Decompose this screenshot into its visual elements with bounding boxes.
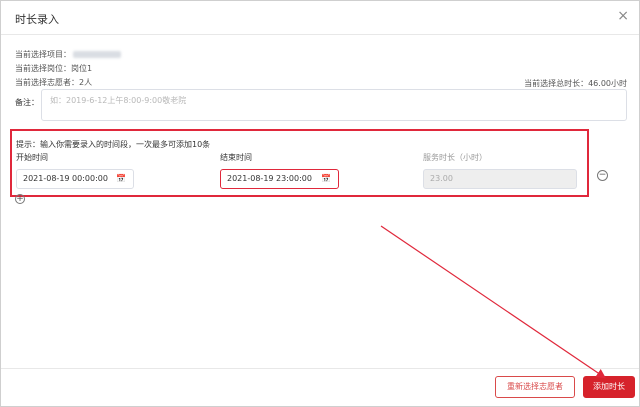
post-label: 当前选择岗位： [15, 64, 71, 73]
add-row-icon[interactable]: + [15, 194, 25, 204]
remark-input[interactable] [41, 89, 627, 121]
duration-field: 23.00 [423, 169, 577, 189]
calendar-icon: 📅 [116, 174, 126, 183]
entry-hint: 提示：输入你需要录入的时间段，一次最多可添加10条 [16, 140, 211, 149]
start-time-picker[interactable]: 2021-08-19 00:00:00 📅 [16, 169, 134, 189]
end-time-value: 2021-08-19 23:00:00 [227, 174, 312, 183]
total-label: 当前选择总时长： [524, 79, 589, 88]
volunteers-label: 当前选择志愿者： [15, 78, 79, 87]
end-time-label: 结束时间 [220, 153, 252, 162]
dialog-title: 时长录入 [15, 13, 59, 26]
total-duration: 当前选择总时长：46.00小时 [524, 78, 627, 89]
duration-label: 服务时长（小时） [423, 153, 487, 162]
post-value: 岗位1 [71, 64, 93, 73]
project-name-blurred [73, 51, 121, 58]
remark-label: 备注： [15, 98, 39, 107]
start-time-value: 2021-08-19 00:00:00 [23, 174, 108, 183]
entry-dialog: 时长录入 × 当前选择项目： 当前选择岗位：岗位1 当前选择志愿者：2人 当前选… [0, 0, 640, 407]
volunteers-value: 2人 [79, 78, 93, 87]
project-info: 当前选择项目： [15, 49, 121, 60]
volunteers-info: 当前选择志愿者：2人 [15, 77, 92, 88]
calendar-icon: 📅 [321, 174, 331, 183]
post-info: 当前选择岗位：岗位1 [15, 63, 92, 74]
project-label: 当前选择项目： [15, 50, 71, 59]
end-time-picker[interactable]: 2021-08-19 23:00:00 📅 [220, 169, 339, 189]
add-duration-button[interactable]: 添加时长 [583, 376, 635, 398]
close-icon[interactable]: × [617, 8, 629, 24]
duration-value: 23.00 [430, 174, 453, 183]
start-time-label: 开始时间 [16, 153, 48, 162]
reselect-volunteers-button[interactable]: 重新选择志愿者 [495, 376, 575, 398]
remove-row-icon[interactable]: − [597, 170, 608, 181]
footer-divider [1, 368, 639, 369]
total-value: 46.00小时 [588, 79, 627, 88]
dialog-header: 时长录入 × [1, 1, 639, 35]
annotation-arrow [380, 225, 606, 379]
